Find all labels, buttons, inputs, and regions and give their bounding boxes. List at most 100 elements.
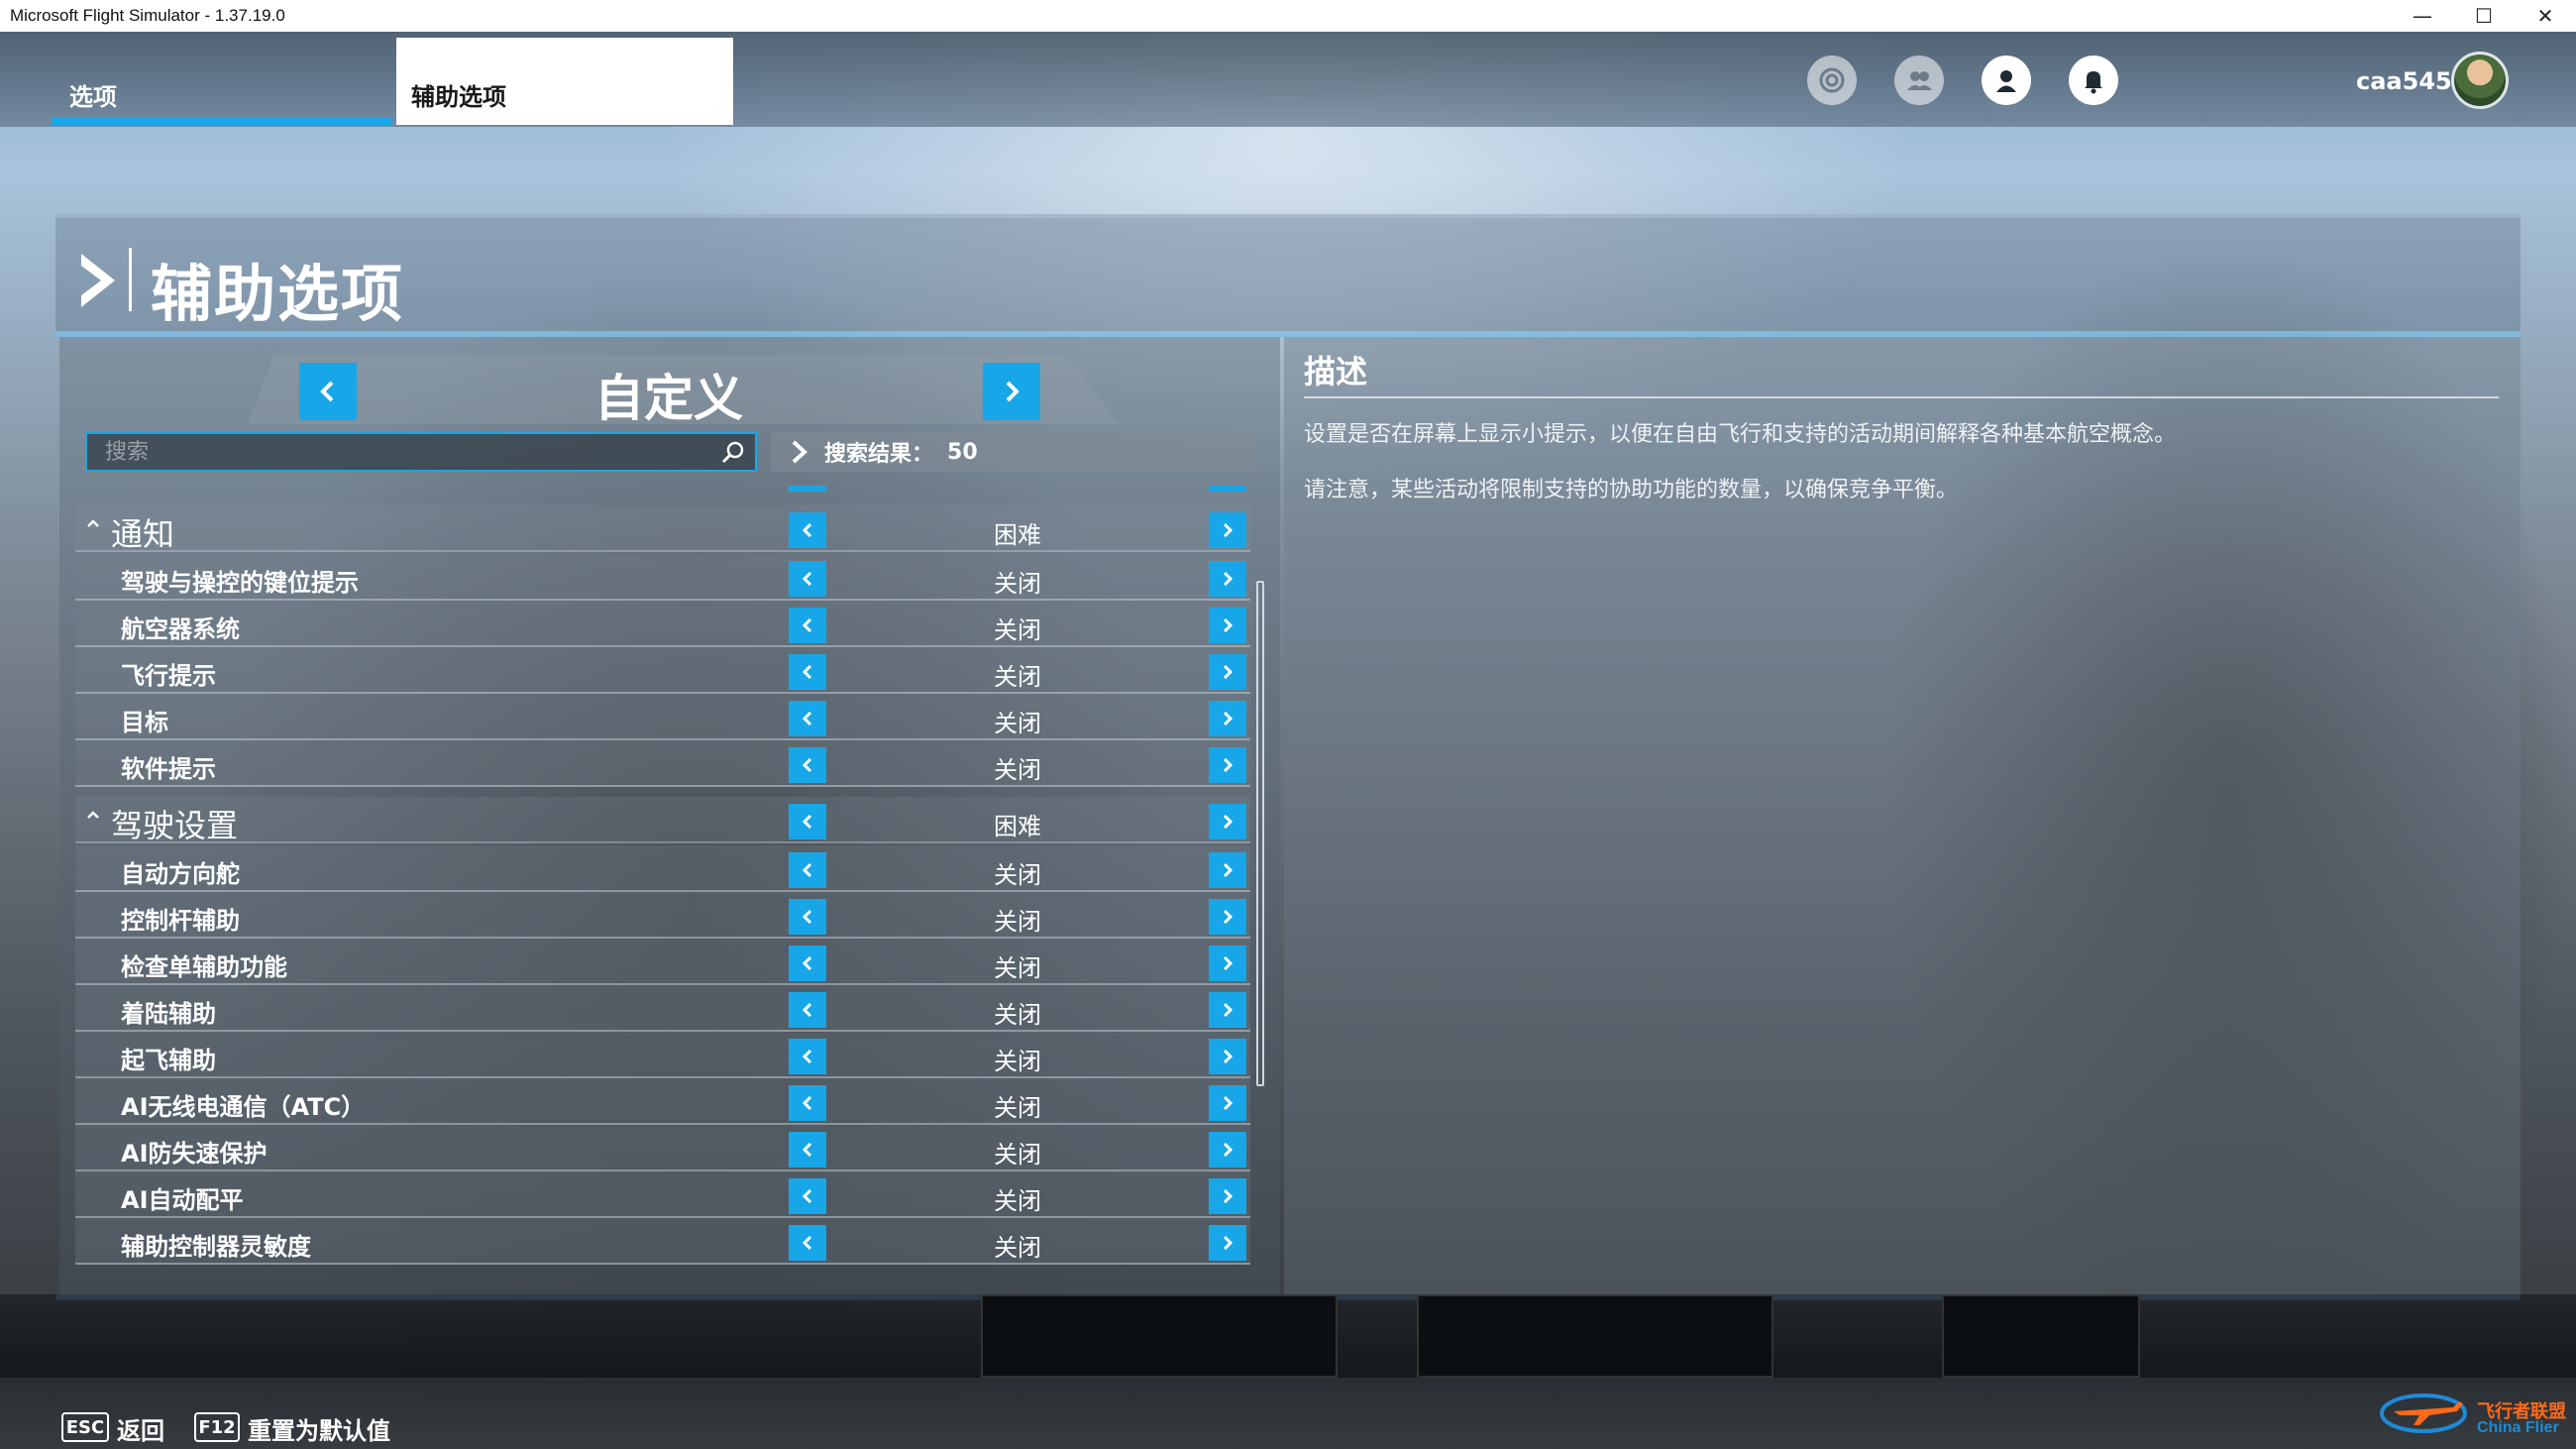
- setting-label: 辅助控制器灵敏度: [121, 1233, 311, 1261]
- f12-key-icon: F12: [194, 1412, 240, 1442]
- increase-button[interactable]: [1209, 899, 1246, 935]
- section-value: 困难: [994, 813, 1041, 840]
- setting-value: 关闭: [994, 616, 1041, 644]
- chevron-right-icon: [1006, 381, 1020, 402]
- window-titlebar: Microsoft Flight Simulator - 1.37.19.0 —…: [0, 0, 2576, 32]
- decrease-button[interactable]: [789, 608, 826, 643]
- decrease-button[interactable]: [789, 701, 826, 736]
- setting-row[interactable]: AI无线电通信（ATC） 关闭: [75, 1078, 1250, 1125]
- increase-button[interactable]: [1209, 1225, 1246, 1261]
- preset-prev-button[interactable]: [299, 363, 357, 420]
- increase-button[interactable]: [1209, 701, 1246, 736]
- setting-row[interactable]: 目标 关闭: [75, 694, 1250, 740]
- increase-button[interactable]: [1209, 946, 1246, 981]
- increase-button[interactable]: [1209, 992, 1246, 1028]
- tab-options[interactable]: 选项: [52, 32, 392, 125]
- decrease-button[interactable]: [789, 1225, 826, 1261]
- setting-row[interactable]: AI防失速保护 关闭: [75, 1125, 1250, 1171]
- setting-row[interactable]: 起飞辅助 关闭: [75, 1032, 1250, 1078]
- window-title: Microsoft Flight Simulator - 1.37.19.0: [10, 6, 285, 25]
- friends-icon[interactable]: [1894, 56, 1944, 105]
- setting-label: 航空器系统: [121, 615, 240, 643]
- cockpit-display: [1417, 1294, 1773, 1378]
- increase-button[interactable]: [1209, 747, 1246, 783]
- decrease-button[interactable]: [789, 512, 826, 548]
- setting-row[interactable]: 检查单辅助功能 关闭: [75, 939, 1250, 985]
- setting-row[interactable]: 航空器系统 关闭: [75, 601, 1250, 647]
- page-title: 辅助选项: [151, 258, 405, 330]
- chevron-left-icon: [802, 814, 812, 830]
- decrease-button[interactable]: [789, 747, 826, 783]
- section-header-notifications[interactable]: 通知 困难: [75, 505, 1250, 553]
- setting-value: 关闭: [994, 954, 1041, 982]
- tab-assistance-options[interactable]: 辅助选项: [396, 38, 733, 125]
- increase-button[interactable]: [1209, 1085, 1246, 1121]
- maximize-button[interactable]: ☐: [2453, 0, 2515, 32]
- decrease-button[interactable]: [789, 1085, 826, 1121]
- section-title: 驾驶设置: [111, 807, 239, 844]
- chevron-left-icon: [802, 711, 812, 726]
- increase-button[interactable]: [1209, 1039, 1246, 1074]
- preset-next-button[interactable]: [983, 363, 1040, 420]
- increase-button[interactable]: [1209, 1178, 1246, 1214]
- chevron-left-icon: [802, 862, 812, 878]
- setting-row[interactable]: 自动方向舵 关闭: [75, 845, 1250, 892]
- chevron-right-icon: [1223, 1049, 1234, 1064]
- setting-row[interactable]: 软件提示 关闭: [75, 740, 1250, 787]
- chevron-right-icon: [81, 254, 115, 307]
- increase-button[interactable]: [1209, 512, 1246, 548]
- username[interactable]: caa545: [2356, 67, 2452, 95]
- avatar[interactable]: [2451, 52, 2509, 109]
- chevron-right-icon: [1223, 664, 1234, 680]
- cockpit-background: [0, 1294, 2576, 1378]
- increase-button[interactable]: [1209, 804, 1246, 839]
- setting-value: 关闭: [994, 908, 1041, 936]
- chevron-left-icon: [802, 1235, 812, 1251]
- setting-value: 关闭: [994, 570, 1041, 598]
- search-field[interactable]: [85, 432, 757, 472]
- setting-row[interactable]: 着陆辅助 关闭: [75, 985, 1250, 1032]
- increase-button[interactable]: [1209, 852, 1246, 888]
- preset-value: 自定义: [594, 370, 743, 427]
- decrease-button[interactable]: [789, 992, 826, 1028]
- minimize-button[interactable]: —: [2392, 0, 2453, 32]
- close-button[interactable]: ✕: [2515, 0, 2576, 32]
- search-icon[interactable]: [719, 439, 747, 467]
- decrease-button[interactable]: [789, 1178, 826, 1214]
- setting-row[interactable]: 飞行提示 关闭: [75, 647, 1250, 694]
- setting-row[interactable]: 控制杆辅助 关闭: [75, 892, 1250, 939]
- watermark-logo: 飞行者联盟 China Flier: [2374, 1378, 2572, 1443]
- chevron-right-icon: [1223, 1188, 1234, 1204]
- decrease-button[interactable]: [789, 1132, 826, 1168]
- reset-defaults-button[interactable]: 重置为默认值: [248, 1411, 390, 1446]
- activity-icon[interactable]: [1807, 56, 1857, 105]
- setting-row[interactable]: 辅助控制器灵敏度 关闭: [75, 1218, 1250, 1265]
- section-title: 通知: [111, 515, 175, 553]
- search-input[interactable]: [87, 434, 701, 470]
- increase-button[interactable]: [1209, 608, 1246, 643]
- increase-button[interactable]: [1209, 654, 1246, 690]
- decrease-button[interactable]: [789, 946, 826, 981]
- chevron-right-icon: [1223, 571, 1234, 587]
- setting-row[interactable]: AI自动配平 关闭: [75, 1171, 1250, 1218]
- decrease-button[interactable]: [789, 804, 826, 839]
- list-scroll-stub: [1209, 486, 1246, 492]
- chevron-left-icon: [802, 1095, 812, 1111]
- back-button[interactable]: 返回: [117, 1411, 164, 1446]
- decrease-button[interactable]: [789, 654, 826, 690]
- setting-label: AI自动配平: [121, 1186, 244, 1214]
- increase-button[interactable]: [1209, 1132, 1246, 1168]
- decrease-button[interactable]: [789, 852, 826, 888]
- setting-row[interactable]: 驾驶与操控的键位提示 关闭: [75, 554, 1250, 601]
- decrease-button[interactable]: [789, 899, 826, 935]
- decrease-button[interactable]: [789, 1039, 826, 1074]
- header-divider: [129, 248, 132, 311]
- section-header-piloting[interactable]: 驾驶设置 困难: [75, 797, 1250, 844]
- chevron-right-icon: [1223, 1095, 1234, 1111]
- decrease-button[interactable]: [789, 561, 826, 597]
- notifications-icon[interactable]: [2069, 56, 2118, 105]
- setting-value: 关闭: [994, 1048, 1041, 1075]
- profile-icon[interactable]: [1982, 56, 2031, 105]
- list-scrollbar[interactable]: [1256, 581, 1264, 1086]
- increase-button[interactable]: [1209, 561, 1246, 597]
